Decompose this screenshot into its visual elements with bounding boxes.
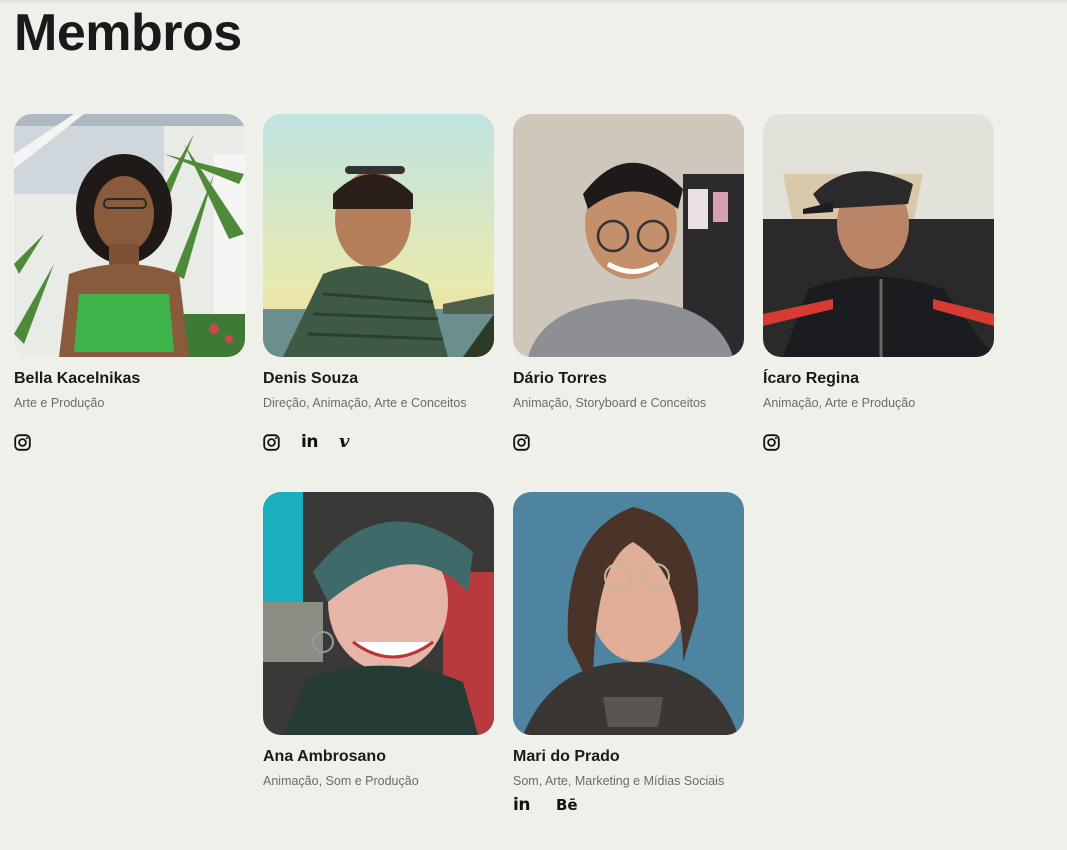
member-role: Arte e Produção bbox=[14, 396, 105, 410]
member-card-ana: Ana Ambrosano Animação, Som e Produção bbox=[263, 492, 495, 789]
member-card-denis: Denis Souza Direção, Animação, Arte e Co… bbox=[263, 114, 495, 452]
member-photo bbox=[763, 114, 994, 357]
member-card-icaro: Ícaro Regina Animação, Arte e Produção bbox=[763, 114, 995, 452]
member-name: Bella Kacelnikas bbox=[14, 370, 141, 387]
member-socials: in v bbox=[263, 432, 495, 452]
behance-icon[interactable]: Bē bbox=[556, 795, 594, 815]
member-name: Denis Souza bbox=[263, 370, 359, 387]
member-photo bbox=[14, 114, 245, 357]
member-card-mari: Mari do Prado Som, Arte, Marketing e Míd… bbox=[513, 492, 745, 815]
page-title: Membros bbox=[14, 4, 242, 62]
linkedin-label: in bbox=[301, 432, 318, 452]
linkedin-label: in bbox=[513, 795, 530, 815]
member-name: Ana Ambrosano bbox=[263, 748, 386, 765]
member-role: Animação, Arte e Produção bbox=[763, 396, 916, 410]
vimeo-icon[interactable]: v bbox=[339, 432, 377, 452]
member-photo bbox=[263, 492, 494, 735]
member-card-bella: Bella Kacelnikas Arte e Produção bbox=[14, 114, 246, 452]
instagram-icon[interactable] bbox=[263, 432, 301, 452]
linkedin-icon[interactable]: in bbox=[513, 795, 556, 815]
instagram-icon[interactable] bbox=[763, 432, 801, 452]
instagram-icon[interactable] bbox=[14, 432, 52, 452]
member-card-dario: Dário Torres Animação, Storyboard e Conc… bbox=[513, 114, 745, 452]
member-name: Mari do Prado bbox=[513, 748, 620, 765]
linkedin-icon[interactable]: in bbox=[301, 432, 339, 452]
member-photo bbox=[263, 114, 494, 357]
member-photo bbox=[513, 114, 744, 357]
member-socials bbox=[513, 432, 745, 452]
member-role: Direção, Animação, Arte e Conceitos bbox=[263, 396, 467, 410]
member-name: Ícaro Regina bbox=[763, 370, 860, 387]
member-role: Som, Arte, Marketing e Mídias Sociais bbox=[513, 774, 725, 788]
instagram-icon[interactable] bbox=[513, 432, 551, 452]
member-photo bbox=[513, 492, 744, 735]
member-socials: in Bē bbox=[513, 795, 745, 815]
member-socials bbox=[763, 432, 995, 452]
member-role: Animação, Som e Produção bbox=[263, 774, 419, 788]
member-role: Animação, Storyboard e Conceitos bbox=[513, 396, 707, 410]
vimeo-label: v bbox=[339, 431, 350, 452]
behance-label: Bē bbox=[556, 796, 578, 814]
member-socials bbox=[14, 432, 246, 452]
member-name: Dário Torres bbox=[513, 370, 607, 387]
top-divider bbox=[0, 0, 1067, 3]
